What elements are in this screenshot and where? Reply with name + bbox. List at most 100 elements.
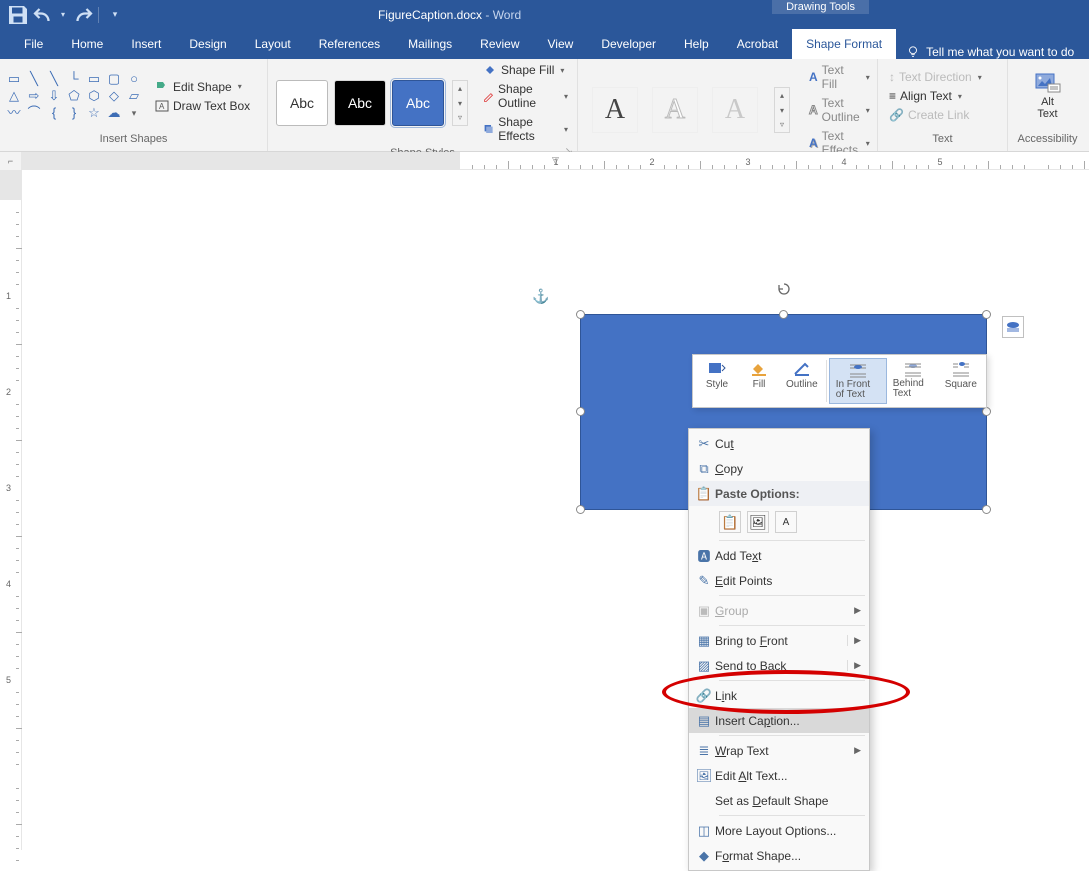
shape-line-icon[interactable]: ╲ bbox=[26, 72, 42, 86]
edit-shape-button[interactable]: Edit Shape▾ bbox=[152, 79, 253, 95]
gallery-expand-icon[interactable]: ▿ bbox=[453, 110, 467, 125]
tab-help[interactable]: Help bbox=[670, 29, 723, 59]
shape-callout-icon[interactable]: ▱ bbox=[126, 89, 142, 103]
tab-shape-format[interactable]: Shape Format bbox=[792, 29, 896, 59]
alt-text-button[interactable]: Alt Text bbox=[1026, 68, 1070, 124]
mini-square-button[interactable]: Square bbox=[939, 358, 983, 404]
shape-fill-button[interactable]: Shape Fill▾ bbox=[480, 62, 571, 78]
tab-insert[interactable]: Insert bbox=[117, 29, 175, 59]
shape-brace-icon[interactable]: { bbox=[46, 106, 62, 120]
submenu-arrow-icon[interactable]: ▶ bbox=[847, 660, 861, 671]
shape-style-gallery[interactable]: Abc Abc Abc ▴▾▿ bbox=[274, 78, 470, 128]
tab-references[interactable]: References bbox=[305, 29, 394, 59]
resize-handle-w[interactable] bbox=[576, 407, 585, 416]
tab-mailings[interactable]: Mailings bbox=[394, 29, 466, 59]
style-preset-1[interactable]: Abc bbox=[276, 80, 328, 126]
layout-options-button[interactable] bbox=[1002, 316, 1024, 338]
resize-handle-nw[interactable] bbox=[576, 310, 585, 319]
ctx-format-shape[interactable]: ◆Format Shape... bbox=[689, 843, 869, 868]
resize-handle-ne[interactable] bbox=[982, 310, 991, 319]
wordart-preset-1[interactable]: A bbox=[592, 87, 638, 133]
ruler-horizontal[interactable]: ⌐ ▽ 12345 bbox=[0, 152, 1089, 170]
tab-review[interactable]: Review bbox=[466, 29, 533, 59]
shape-curve-icon[interactable]: 〰 bbox=[6, 106, 22, 120]
tab-acrobat[interactable]: Acrobat bbox=[723, 29, 792, 59]
ctx-more-layout[interactable]: ◫More Layout Options... bbox=[689, 818, 869, 843]
style-preset-3[interactable]: Abc bbox=[392, 80, 444, 126]
resize-handle-e[interactable] bbox=[982, 407, 991, 416]
resize-handle-n[interactable] bbox=[779, 310, 788, 319]
shape-outline-button[interactable]: Shape Outline▾ bbox=[480, 81, 571, 111]
tab-view[interactable]: View bbox=[534, 29, 588, 59]
shape-roundrect-icon[interactable]: ▢ bbox=[106, 72, 122, 86]
resize-handle-sw[interactable] bbox=[576, 505, 585, 514]
shape-arrow-icon[interactable]: ⇨ bbox=[26, 89, 42, 103]
shape-hex-icon[interactable]: ⬡ bbox=[86, 89, 102, 103]
ctx-insert-caption[interactable]: ▤Insert Caption... bbox=[689, 708, 869, 733]
paste-keep-source-icon[interactable]: 📋 bbox=[719, 511, 741, 533]
mini-infront-button[interactable]: In Front of Text bbox=[829, 358, 887, 404]
ctx-add-text[interactable]: 🅰Add Text bbox=[689, 543, 869, 568]
wordart-gallery-more[interactable]: ▴▾▿ bbox=[774, 87, 790, 133]
shape-effects-button[interactable]: Shape Effects▾ bbox=[480, 114, 571, 144]
shape-textbox-icon[interactable]: ▭ bbox=[6, 72, 22, 86]
mini-outline-button[interactable]: Outline bbox=[780, 358, 824, 404]
shape-oval-icon[interactable]: ○ bbox=[126, 72, 142, 86]
tab-design[interactable]: Design bbox=[175, 29, 240, 59]
shape-triangle-icon[interactable]: △ bbox=[6, 89, 22, 103]
ruler-vertical[interactable]: 12345 bbox=[0, 170, 22, 850]
rotate-handle-icon[interactable] bbox=[776, 281, 792, 297]
undo-button[interactable] bbox=[32, 3, 56, 27]
wordart-preset-2[interactable]: A bbox=[652, 87, 698, 133]
shape-star-icon[interactable]: ☆ bbox=[86, 106, 102, 120]
redo-button[interactable] bbox=[70, 3, 94, 27]
align-text-button[interactable]: ≡Align Text▾ bbox=[886, 88, 985, 104]
paste-picture-icon[interactable]: 🖼 bbox=[747, 511, 769, 533]
gallery-expand-icon[interactable]: ▿ bbox=[775, 117, 789, 132]
page[interactable]: ⚓ Style Fill Outline In Front of Text Be… bbox=[22, 170, 1089, 850]
text-direction-button[interactable]: ↕Text Direction▾ bbox=[886, 69, 985, 85]
customize-qat-button[interactable]: ▾ bbox=[103, 3, 127, 27]
shapes-gallery[interactable]: ▭ ╲ ╲ └ ▭ ▢ ○ △ ⇨ ⇩ ⬠ ⬡ ◇ ▱ 〰 ⌒ {} ☆ ☁ ▾ bbox=[6, 72, 142, 120]
mini-behind-button[interactable]: Behind Text bbox=[887, 358, 939, 404]
ctx-bring-front[interactable]: ▦Bring to Front▶ bbox=[689, 628, 869, 653]
shape-pentagon-icon[interactable]: ⬠ bbox=[66, 89, 82, 103]
shape-diamond-icon[interactable]: ◇ bbox=[106, 89, 122, 103]
paste-text-icon[interactable]: A bbox=[775, 511, 797, 533]
shape-connector-icon[interactable]: └ bbox=[66, 72, 82, 86]
wordart-gallery[interactable]: A A A ▴▾▿ bbox=[584, 83, 798, 137]
ctx-set-default[interactable]: Set as Default Shape bbox=[689, 788, 869, 813]
ctx-edit-points[interactable]: ✎Edit Points bbox=[689, 568, 869, 593]
undo-more-button[interactable]: ▾ bbox=[58, 3, 68, 27]
gallery-more[interactable]: ▴▾▿ bbox=[452, 80, 468, 126]
shape-arc-icon[interactable]: ⌒ bbox=[26, 106, 42, 120]
text-outline-button[interactable]: AText Outline▾ bbox=[806, 95, 873, 125]
draw-text-box-button[interactable]: ADraw Text Box bbox=[152, 98, 253, 114]
wordart-preset-3[interactable]: A bbox=[712, 87, 758, 133]
ctx-wrap-text[interactable]: ≣Wrap Text▶ bbox=[689, 738, 869, 763]
ctx-edit-alt[interactable]: 🖼Edit Alt Text... bbox=[689, 763, 869, 788]
ctx-cut[interactable]: ✂Cut bbox=[689, 431, 869, 456]
text-fill-button[interactable]: AText Fill▾ bbox=[806, 62, 873, 92]
mini-style-button[interactable]: Style bbox=[696, 358, 738, 404]
save-button[interactable] bbox=[6, 3, 30, 27]
shape-line2-icon[interactable]: ╲ bbox=[46, 72, 62, 86]
gallery-up-icon[interactable]: ▴ bbox=[775, 88, 789, 103]
shape-rect-icon[interactable]: ▭ bbox=[86, 72, 102, 86]
tab-layout[interactable]: Layout bbox=[241, 29, 305, 59]
shape-cloud-icon[interactable]: ☁ bbox=[106, 106, 122, 120]
resize-handle-se[interactable] bbox=[982, 505, 991, 514]
shape-arrow2-icon[interactable]: ⇩ bbox=[46, 89, 62, 103]
tell-me-search[interactable]: Tell me what you want to do bbox=[906, 45, 1074, 59]
submenu-arrow-icon[interactable]: ▶ bbox=[847, 635, 861, 646]
gallery-down-icon[interactable]: ▾ bbox=[453, 96, 467, 111]
tab-home[interactable]: Home bbox=[57, 29, 117, 59]
mini-fill-button[interactable]: Fill bbox=[738, 358, 780, 404]
tab-file[interactable]: File bbox=[10, 29, 57, 59]
ctx-send-back[interactable]: ▨Send to Back▶ bbox=[689, 653, 869, 678]
shapes-more-icon[interactable]: ▾ bbox=[126, 106, 142, 120]
style-preset-2[interactable]: Abc bbox=[334, 80, 386, 126]
gallery-down-icon[interactable]: ▾ bbox=[775, 103, 789, 118]
shape-brace2-icon[interactable]: } bbox=[66, 106, 82, 120]
ctx-copy[interactable]: ⧉Copy bbox=[689, 456, 869, 481]
